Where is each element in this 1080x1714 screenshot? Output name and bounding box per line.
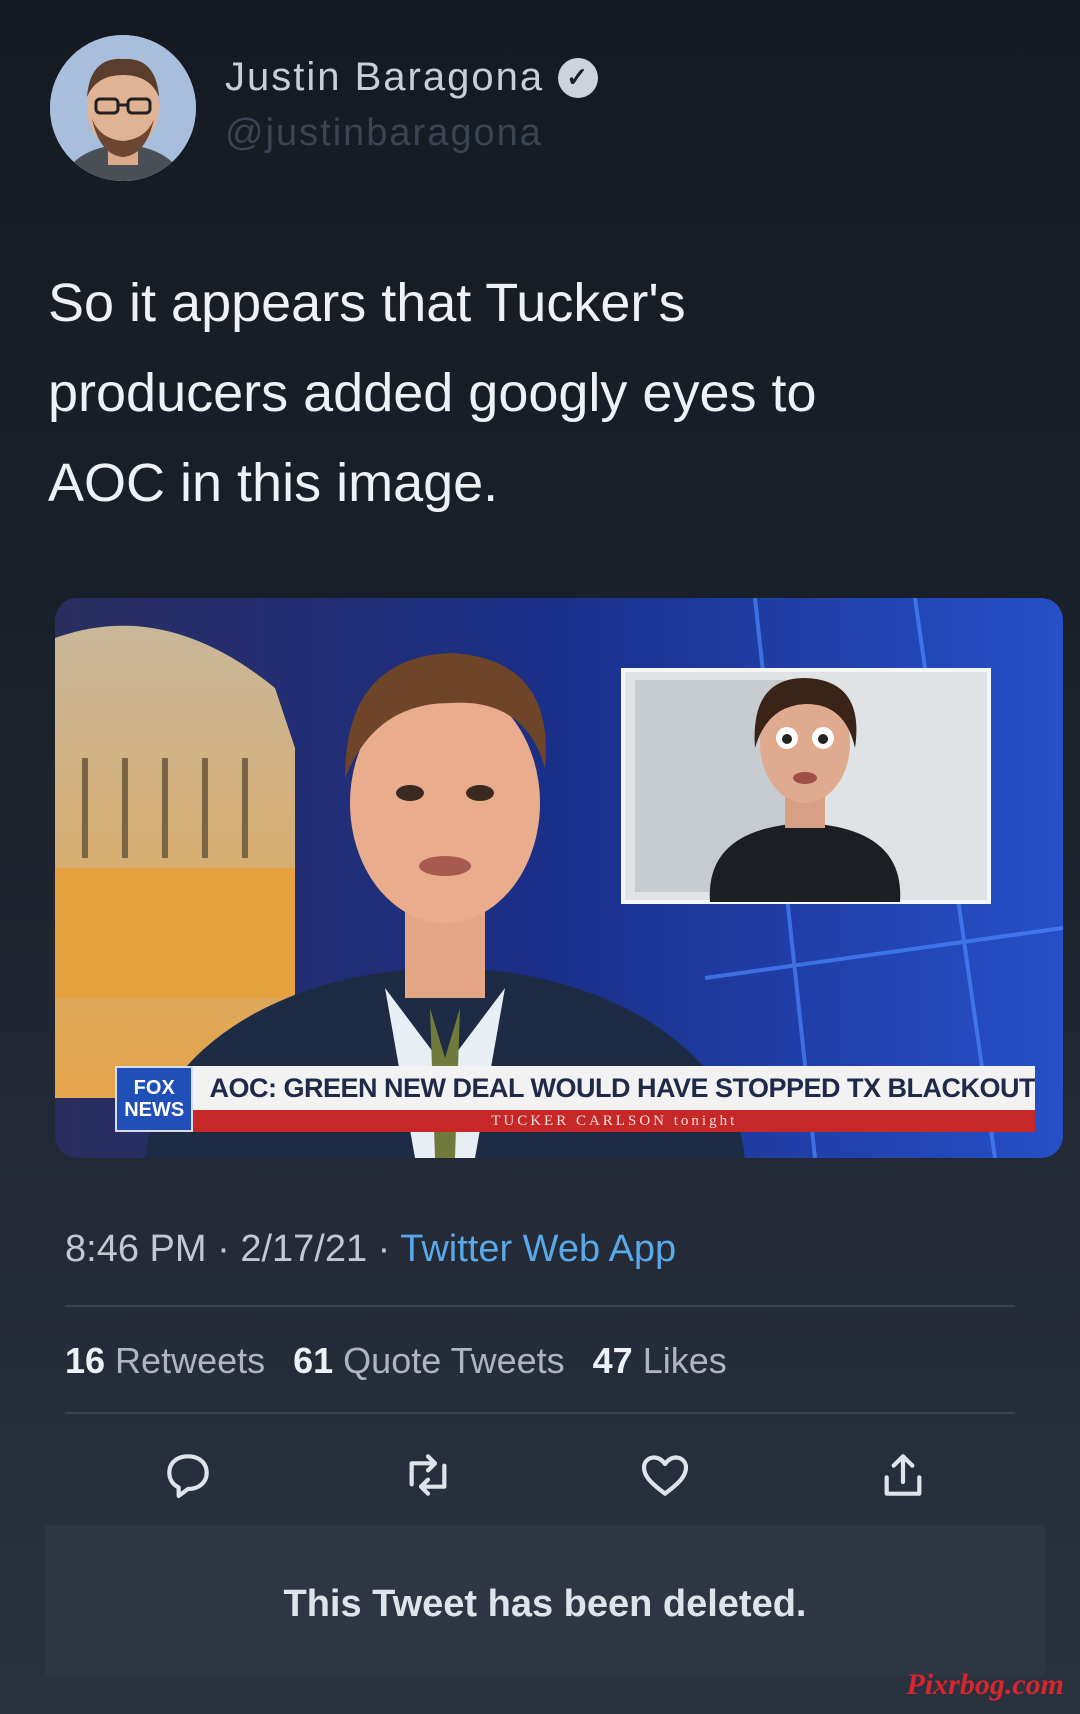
reply-icon: [167, 1454, 209, 1499]
retweet-button[interactable]: [393, 1440, 463, 1510]
news-chyron: FOX NEWS AOC: GREEN NEW DEAL WOULD HAVE …: [115, 1066, 1035, 1132]
tweet-media[interactable]: FOX NEWS AOC: GREEN NEW DEAL WOULD HAVE …: [55, 598, 1063, 1158]
author-name-row[interactable]: Justin Baragona ✓: [225, 55, 599, 100]
tweet-meta: 8:46 PM · 2/17/21 · Twitter Web App: [65, 1228, 676, 1271]
chyron-headline: AOC: GREEN NEW DEAL WOULD HAVE STOPPED T…: [209, 1073, 1035, 1103]
tweet-source-link[interactable]: Twitter Web App: [400, 1228, 676, 1270]
like-icon: [641, 1455, 689, 1496]
quotes-stat[interactable]: 61 Quote Tweets: [293, 1340, 565, 1382]
divider: [65, 1412, 1015, 1414]
avatar-image: [50, 35, 196, 181]
avatar[interactable]: [50, 35, 196, 181]
quotes-count: 61: [293, 1340, 334, 1381]
chyron-subline: TUCKER CARLSON tonight: [193, 1110, 1035, 1132]
deleted-notice-text: This Tweet has been deleted.: [283, 1583, 807, 1625]
tweet-screen: Justin Baragona ✓ @justinbaragona So it …: [0, 0, 1080, 1714]
deleted-tweet-notice: This Tweet has been deleted.: [45, 1525, 1045, 1675]
meta-separator: ·: [217, 1228, 230, 1270]
retweets-stat[interactable]: 16 Retweets: [65, 1340, 265, 1382]
chyron-body: AOC: GREEN NEW DEAL WOULD HAVE STOPPED T…: [193, 1066, 1035, 1132]
retweet-icon: [409, 1454, 447, 1496]
tweet-actions: [0, 1440, 1080, 1520]
verified-badge-icon: ✓: [558, 57, 599, 98]
retweets-label: Retweets: [115, 1340, 266, 1381]
likes-stat[interactable]: 47 Likes: [593, 1340, 727, 1382]
share-button[interactable]: [868, 1440, 938, 1510]
likes-label: Likes: [642, 1340, 727, 1381]
quotes-label: Quote Tweets: [343, 1340, 565, 1381]
fox-news-logo: FOX NEWS: [115, 1066, 194, 1132]
tweet-time[interactable]: 8:46 PM: [65, 1228, 207, 1270]
watermark: Pixrbog.com: [906, 1668, 1065, 1701]
tweet-text: So it appears that Tucker's producers ad…: [48, 273, 817, 513]
share-icon: [884, 1454, 922, 1496]
like-button[interactable]: [630, 1440, 700, 1510]
likes-count: 47: [592, 1340, 633, 1381]
author-handle[interactable]: @justinbaragona: [225, 112, 543, 155]
tweet-date[interactable]: 2/17/21: [240, 1228, 367, 1270]
meta-separator: ·: [377, 1228, 391, 1270]
reply-button[interactable]: [153, 1440, 223, 1510]
retweets-count: 16: [65, 1340, 106, 1381]
author-name[interactable]: Justin Baragona: [225, 55, 544, 100]
tweet-stats: 16 Retweets 61 Quote Tweets 47 Likes: [65, 1340, 727, 1382]
divider: [65, 1305, 1015, 1307]
